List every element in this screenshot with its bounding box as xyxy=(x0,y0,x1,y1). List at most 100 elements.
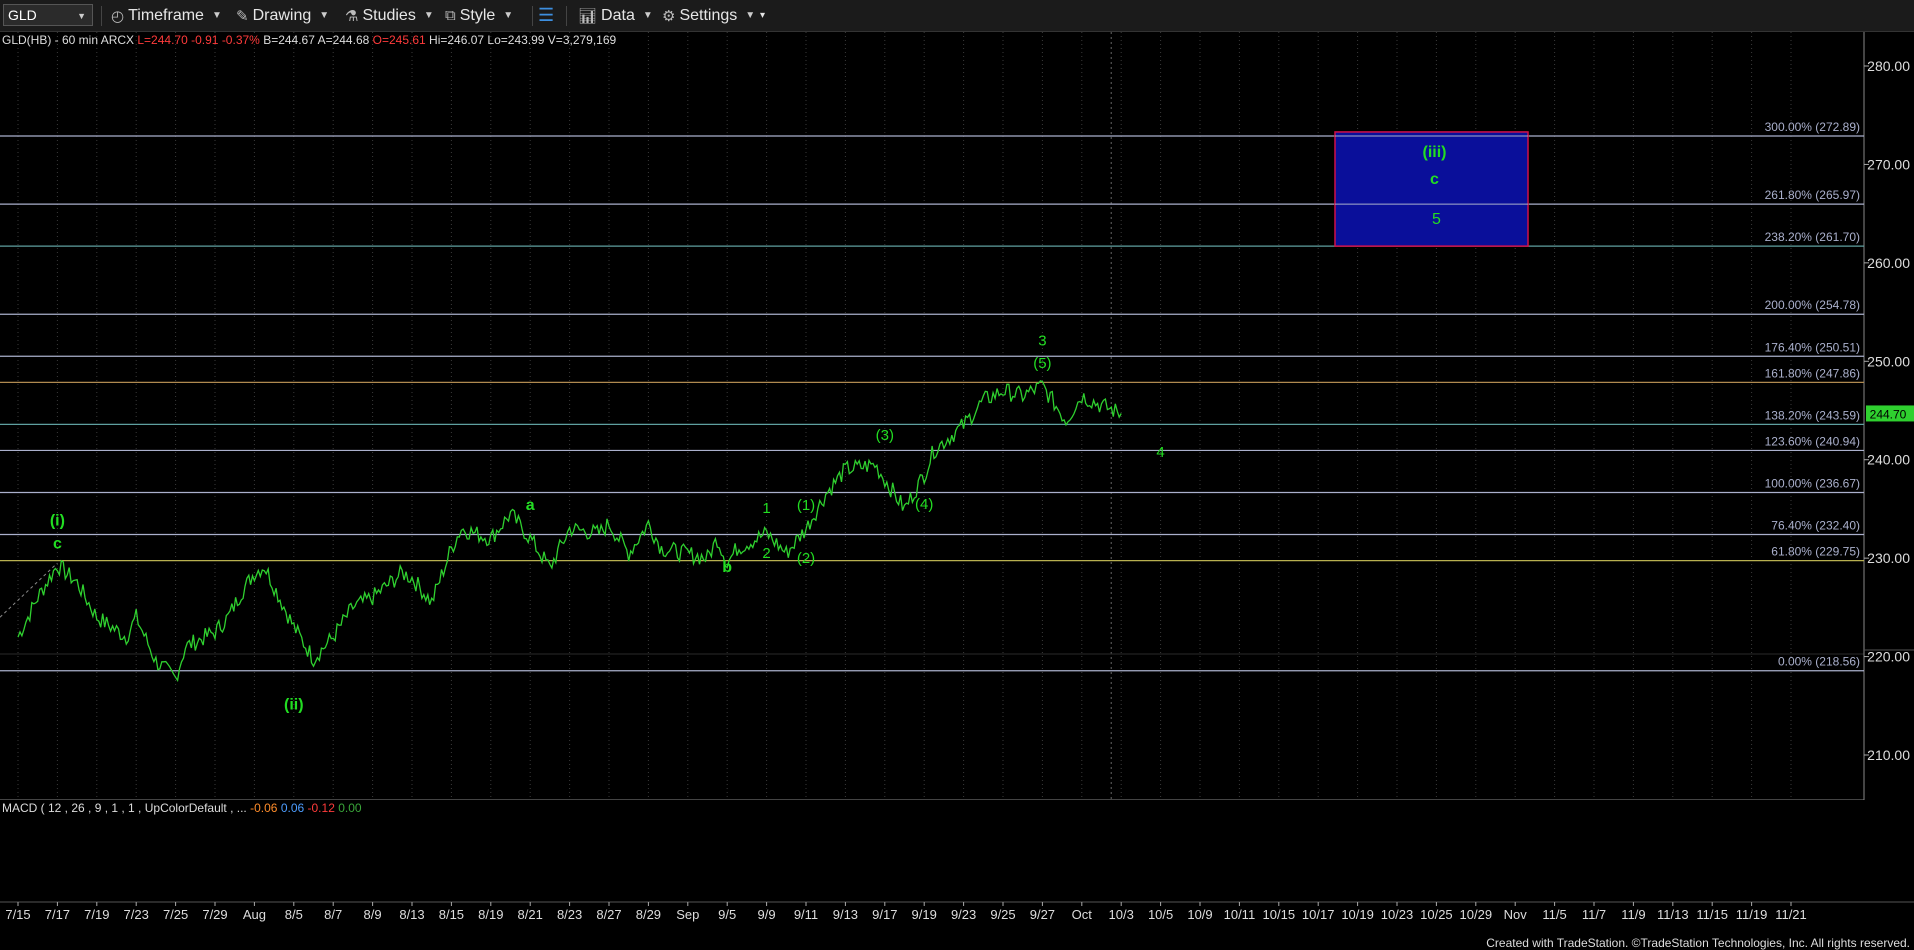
date-tick-label: 10/9 xyxy=(1187,907,1212,922)
date-tick-label: 10/17 xyxy=(1302,907,1335,922)
date-tick-label: 11/7 xyxy=(1582,907,1606,922)
price-tick-label: 270.00 xyxy=(1867,156,1910,172)
date-tick-label: Aug xyxy=(243,907,266,922)
fib-level-label: 61.80% (229.75) xyxy=(1771,545,1860,559)
wave-label: (i) xyxy=(50,513,65,530)
date-tick-label: 11/15 xyxy=(1696,907,1728,922)
gear-icon: ⚙ xyxy=(662,7,676,25)
timeframe-menu[interactable]: ◴ Timeframe ▼ xyxy=(111,0,222,31)
date-tick-label: 7/19 xyxy=(84,907,109,922)
hi-lo-volume: Hi=246.07 Lo=243.99 V=3,279,169 xyxy=(429,33,617,47)
studies-label: Studies xyxy=(362,6,416,24)
date-tick-label: 9/9 xyxy=(758,907,776,922)
fib-level-label: 123.60% (240.94) xyxy=(1765,434,1860,448)
chevron-down-icon: ▼ xyxy=(211,10,222,21)
date-tick-label: 10/15 xyxy=(1263,907,1296,922)
date-tick-label: 8/5 xyxy=(285,907,303,922)
macd-signal: 0.06 xyxy=(280,801,305,815)
wave-label-iii: (iii) xyxy=(1423,144,1447,161)
studies-menu[interactable]: ⚗ Studies ▼ xyxy=(345,0,434,31)
style-menu[interactable]: ⧉ Style ▼ xyxy=(445,0,513,31)
price-axis: 280.00 270.00 260.00 250.00 240.00 230.00 220.… xyxy=(1864,32,1914,800)
toolbar: GLD ▼ ◴ Timeframe ▼ ✎ Drawing ▼ ⚗ Studie… xyxy=(0,0,1914,32)
date-axis: 7/15 7/17 7/19 7/23 7/25 7/29 Aug 8/5 8/7 8/9 8/13… xyxy=(0,901,1914,932)
chevron-down-icon: ▼ xyxy=(319,10,330,21)
wave-label-c: c xyxy=(1430,171,1439,188)
price-line xyxy=(17,380,1122,683)
date-tick-label: 8/23 xyxy=(557,907,582,922)
fib-level-label: 300.00% (272.89) xyxy=(1765,120,1860,134)
macd-value: -0.06 xyxy=(250,801,278,815)
drawing-menu[interactable]: ✎ Drawing ▼ xyxy=(236,0,329,31)
drawing-label: Drawing xyxy=(252,6,312,24)
date-tick-label: 10/3 xyxy=(1109,907,1134,922)
style-label: Style xyxy=(459,6,496,24)
date-tick-label: 9/23 xyxy=(951,907,976,922)
symbol-description: GLD(HB) - 60 min ARCX xyxy=(2,33,135,47)
bid-ask: B=244.67 A=244.68 xyxy=(263,33,370,47)
price-tick-label: 230.00 xyxy=(1867,550,1910,566)
wave-label: (5) xyxy=(1033,355,1051,372)
date-tick-label: 11/21 xyxy=(1775,907,1807,922)
date-tick-label: 7/17 xyxy=(45,907,70,922)
price-tick-label: 250.00 xyxy=(1867,353,1910,369)
toolbar-overflow-button[interactable]: ▾ xyxy=(760,0,765,31)
date-tick-label: Nov xyxy=(1504,907,1528,922)
fib-level-label: 161.80% (247.86) xyxy=(1765,366,1860,380)
date-tick-label: 8/7 xyxy=(324,907,342,922)
divider xyxy=(532,6,533,26)
layout-icon: ☰ xyxy=(538,5,555,25)
price-series xyxy=(0,380,1122,683)
symbol-selector[interactable]: GLD ▼ xyxy=(3,4,93,26)
fibonacci-levels: 300.00% (272.89) 261.80% (265.97) 238.20% … xyxy=(0,120,1864,672)
fib-level-label: 0.00% (218.56) xyxy=(1778,655,1860,669)
price-tick-label: 210.00 xyxy=(1867,747,1910,763)
wave-label: 3 xyxy=(1038,333,1046,350)
trend-line xyxy=(0,562,58,618)
layout-button[interactable]: ☰ xyxy=(538,0,558,31)
timeframe-label: Timeframe xyxy=(128,6,204,24)
date-tick-label: 8/21 xyxy=(518,907,543,922)
symbol-value: GLD xyxy=(8,7,37,23)
date-tick-label: 10/19 xyxy=(1341,907,1374,922)
fib-level-label: 76.40% (232.40) xyxy=(1771,519,1860,533)
date-tick-label: 7/15 xyxy=(5,907,30,922)
wave-label: b xyxy=(722,559,732,576)
style-icon: ⧉ xyxy=(445,7,456,24)
fib-level-label: 200.00% (254.78) xyxy=(1765,298,1860,312)
fib-level-label: 238.20% (261.70) xyxy=(1765,230,1860,244)
date-tick-label: 9/27 xyxy=(1030,907,1055,922)
date-tick-label: 10/29 xyxy=(1460,907,1493,922)
grid xyxy=(0,32,1865,800)
settings-menu[interactable]: ⚙ Settings ▼ xyxy=(662,0,755,31)
date-tick-label: Oct xyxy=(1072,907,1093,922)
pencil-icon: ✎ xyxy=(236,7,249,25)
divider xyxy=(101,6,102,26)
wave-label: c xyxy=(53,535,62,552)
data-menu[interactable]: 📊︎ Data ▼ xyxy=(578,0,653,31)
date-tick-label: 9/19 xyxy=(912,907,937,922)
date-tick-label: 8/29 xyxy=(636,907,661,922)
date-tick-label: 8/19 xyxy=(478,907,503,922)
price-chart[interactable]: 300.00% (272.89) 261.80% (265.97) 238.20% … xyxy=(0,32,1914,932)
date-tick-label: 7/29 xyxy=(202,907,227,922)
fib-level-label: 261.80% (265.97) xyxy=(1765,188,1860,202)
wave-label-5: 5 xyxy=(1432,211,1441,228)
price-tick-label: 260.00 xyxy=(1867,255,1910,271)
fib-level-label: 138.20% (243.59) xyxy=(1765,408,1860,422)
macd-diff: -0.12 xyxy=(307,801,335,815)
divider xyxy=(566,6,567,26)
date-tick-label: 10/11 xyxy=(1224,907,1256,922)
data-label: Data xyxy=(601,6,635,24)
date-tick-label: 11/13 xyxy=(1657,907,1689,922)
wave-label: 4 xyxy=(1156,444,1164,461)
bar-chart-icon: 📊︎ xyxy=(578,7,598,25)
current-price-label: 244.70 xyxy=(1870,407,1907,421)
chevron-down-icon: ▼ xyxy=(503,10,514,21)
wave-label: a xyxy=(526,497,535,514)
date-tick-label: 11/19 xyxy=(1736,907,1768,922)
date-tick-label: 9/13 xyxy=(833,907,858,922)
percent-change: -0.37% xyxy=(221,33,260,47)
last-price: L=244.70 xyxy=(137,33,188,47)
wave-label: (3) xyxy=(876,427,894,444)
